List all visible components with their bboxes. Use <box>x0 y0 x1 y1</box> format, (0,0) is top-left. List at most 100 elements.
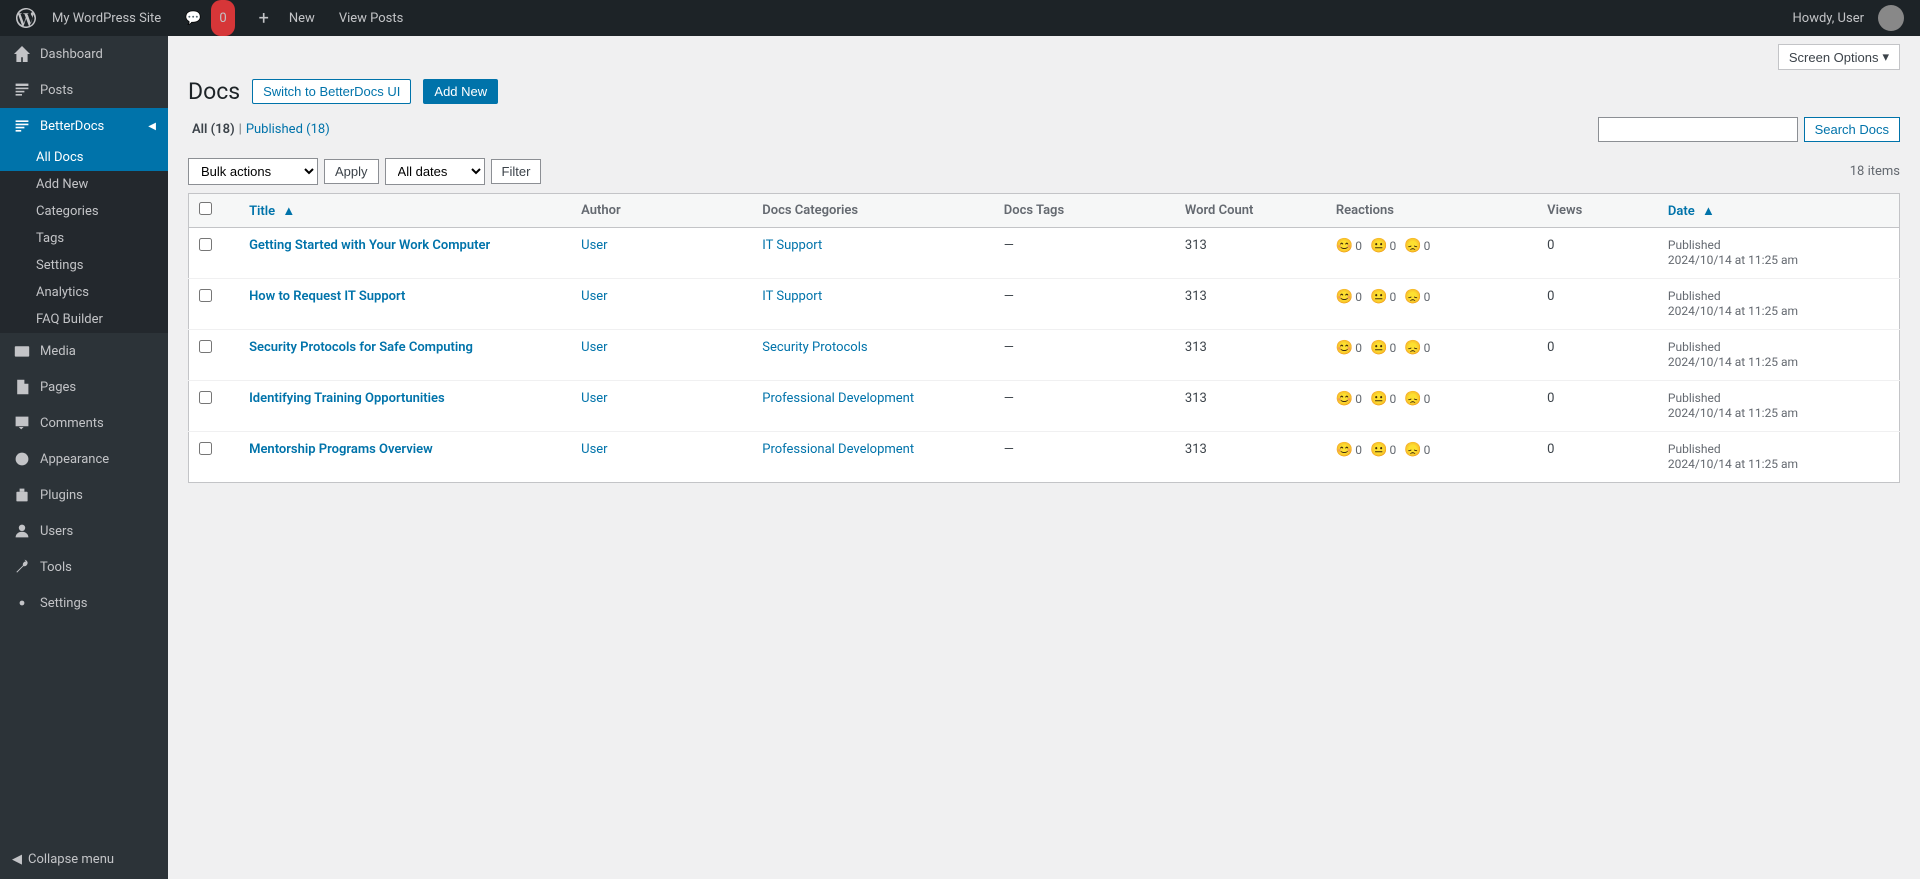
date-cell: Published 2024/10/14 at 11:25 am <box>1658 228 1900 279</box>
sidebar-item-tools[interactable]: Tools <box>0 549 168 585</box>
chevron-left-icon: ◀ <box>148 121 156 132</box>
switch-ui-button[interactable]: Switch to BetterDocs UI <box>252 79 411 104</box>
apply-button[interactable]: Apply <box>324 159 379 184</box>
author-link[interactable]: User <box>581 340 607 355</box>
sidebar-item-comments[interactable]: Comments <box>0 405 168 441</box>
author-link[interactable]: User <box>581 289 607 304</box>
sidebar-item-add-new[interactable]: Add New <box>0 171 168 198</box>
date-column-header[interactable]: Date ▲ <box>1658 194 1900 228</box>
sidebar-item-settings[interactable]: Settings <box>0 585 168 621</box>
sort-arrow-icon: ▲ <box>282 204 295 219</box>
views-column-header[interactable]: Views <box>1537 194 1658 228</box>
date-sort-icon: ▲ <box>1702 204 1715 219</box>
sidebar-item-analytics[interactable]: Analytics <box>0 279 168 306</box>
category-link[interactable]: IT Support <box>762 289 822 304</box>
row-checkbox[interactable] <box>199 340 212 353</box>
sidebar-item-plugins[interactable]: Plugins <box>0 477 168 513</box>
bulk-actions-select[interactable]: Bulk actions <box>188 158 318 185</box>
row-checkbox[interactable] <box>199 289 212 302</box>
reaction-count: 0 <box>1355 290 1362 304</box>
doc-title-link[interactable]: How to Request IT Support <box>249 289 405 304</box>
date-value: 2024/10/14 at 11:25 am <box>1668 304 1798 318</box>
screen-options-bar: Screen Options ▾ <box>168 36 1920 78</box>
filter-published-link[interactable]: Published (18) <box>242 122 334 137</box>
tags-cell: — <box>994 228 1175 279</box>
betterdocs-icon <box>12 116 32 136</box>
sidebar-item-dashboard[interactable]: Dashboard <box>0 36 168 72</box>
docs-tags-column-header[interactable]: Docs Tags <box>994 194 1175 228</box>
posts-icon <box>12 80 32 100</box>
row-checkbox[interactable] <box>199 442 212 455</box>
doc-title-link[interactable]: Getting Started with Your Work Computer <box>249 238 490 253</box>
author-column-header[interactable]: Author <box>571 194 752 228</box>
reaction-emoji-icon: 😊 <box>1336 340 1353 356</box>
reactions-cell: 😊 0 😐 0 😞 0 <box>1326 432 1537 483</box>
sidebar-item-all-docs[interactable]: All Docs <box>0 144 168 171</box>
author-link[interactable]: User <box>581 238 607 253</box>
reaction: 😞 0 <box>1404 442 1430 458</box>
select-all-checkbox[interactable] <box>199 202 212 215</box>
search-input[interactable] <box>1598 117 1798 142</box>
sidebar-item-label: Settings <box>40 596 87 611</box>
appearance-icon <box>12 449 32 469</box>
date-filter-select[interactable]: All dates <box>385 158 485 185</box>
filter-button[interactable]: Filter <box>491 159 542 184</box>
sidebar-item-posts[interactable]: Posts <box>0 72 168 108</box>
date-cell: Published 2024/10/14 at 11:25 am <box>1658 330 1900 381</box>
category-link[interactable]: Security Protocols <box>762 340 867 355</box>
comments-icon <box>12 413 32 433</box>
plus-icon: + <box>251 0 277 36</box>
sidebar-item-label: Pages <box>40 380 76 395</box>
author-link[interactable]: User <box>581 391 607 406</box>
title-column-header[interactable]: Title ▲ <box>239 194 571 228</box>
sidebar-item-betterdocs[interactable]: BetterDocs ◀ <box>0 108 168 144</box>
author-cell: User <box>571 228 752 279</box>
categories-cell: Professional Development <box>752 432 994 483</box>
collapse-menu-button[interactable]: ◀ Collapse menu <box>0 840 168 879</box>
table-row: How to Request IT Support User IT Suppor… <box>189 279 1900 330</box>
reactions-cell: 😊 0 😐 0 😞 0 <box>1326 279 1537 330</box>
sidebar-item-label: BetterDocs <box>40 119 104 134</box>
comments-link[interactable]: 💬 0 <box>169 0 243 36</box>
sidebar-item-categories[interactable]: Categories <box>0 198 168 225</box>
add-new-button[interactable]: Add New <box>423 79 498 104</box>
doc-title-link[interactable]: Mentorship Programs Overview <box>249 442 433 457</box>
new-content-link[interactable]: + New <box>243 0 331 36</box>
screen-options-button[interactable]: Screen Options ▾ <box>1778 44 1900 70</box>
site-name-link[interactable]: My WordPress Site <box>44 0 169 36</box>
sidebar-item-pages[interactable]: Pages <box>0 369 168 405</box>
plugins-icon <box>12 485 32 505</box>
sidebar-item-users[interactable]: Users <box>0 513 168 549</box>
title-cell: Mentorship Programs Overview <box>239 432 571 483</box>
category-link[interactable]: Professional Development <box>762 442 914 457</box>
categories-cell: IT Support <box>752 279 994 330</box>
reaction: 😊 0 <box>1336 289 1362 305</box>
sidebar-item-media[interactable]: Media <box>0 333 168 369</box>
item-count: 18 items <box>1850 164 1900 179</box>
author-link[interactable]: User <box>581 442 607 457</box>
reaction-count: 0 <box>1389 392 1396 406</box>
sidebar-item-settings[interactable]: Settings <box>0 252 168 279</box>
doc-title-link[interactable]: Security Protocols for Safe Computing <box>249 340 473 355</box>
row-checkbox[interactable] <box>199 391 212 404</box>
collapse-menu-label: Collapse menu <box>28 852 114 867</box>
dashboard-icon <box>12 44 32 64</box>
category-link[interactable]: Professional Development <box>762 391 914 406</box>
filter-all-link[interactable]: All (18) <box>188 122 239 137</box>
view-posts-link[interactable]: View Posts <box>331 0 412 36</box>
reaction-emoji-icon: 😊 <box>1336 391 1353 407</box>
filter-links: All (18) | Published (18) <box>188 122 334 137</box>
docs-categories-column-header[interactable]: Docs Categories <box>752 194 994 228</box>
category-link[interactable]: IT Support <box>762 238 822 253</box>
sidebar-item-tags[interactable]: Tags <box>0 225 168 252</box>
reactions-column-header[interactable]: Reactions <box>1326 194 1537 228</box>
sidebar-item-faq-builder[interactable]: FAQ Builder <box>0 306 168 333</box>
wp-logo-icon[interactable] <box>8 0 44 36</box>
word-count-column-header[interactable]: Word Count <box>1175 194 1326 228</box>
row-checkbox[interactable] <box>199 238 212 251</box>
doc-title-link[interactable]: Identifying Training Opportunities <box>249 391 445 406</box>
sidebar-item-appearance[interactable]: Appearance <box>0 441 168 477</box>
search-docs-button[interactable]: Search Docs <box>1804 117 1900 142</box>
reaction: 😞 0 <box>1404 340 1430 356</box>
reaction-count: 0 <box>1355 239 1362 253</box>
